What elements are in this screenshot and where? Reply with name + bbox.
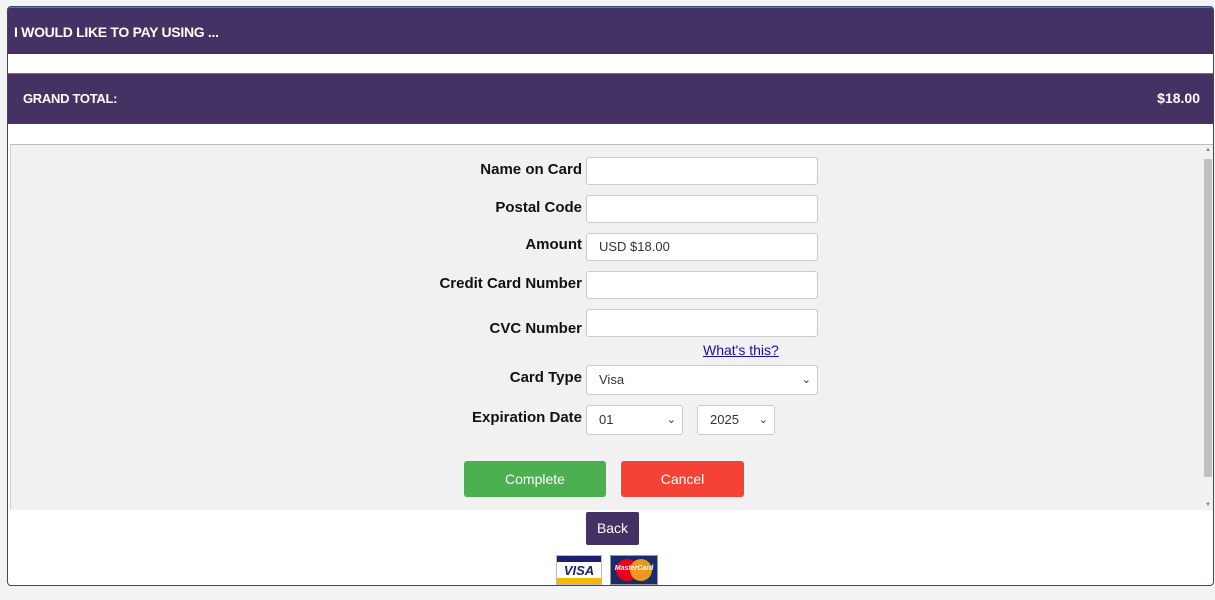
visa-logo-text: VISA — [563, 563, 595, 578]
scroll-up-icon[interactable]: ▲ — [1203, 145, 1213, 155]
cancel-button[interactable]: Cancel — [621, 461, 744, 497]
card-payment-form: Name on Card Postal Code Amount USD $18.… — [10, 144, 1213, 510]
expiration-month-select[interactable]: 01 ⌄ — [586, 405, 683, 435]
name-on-card-input[interactable] — [586, 157, 818, 185]
grand-total-value: $18.00 — [1157, 90, 1200, 106]
form-scrollbar[interactable]: ▲ ▼ — [1203, 145, 1213, 510]
amount-label: Amount — [525, 236, 582, 253]
card-type-select[interactable]: Visa ⌄ — [586, 365, 818, 395]
chevron-down-icon: ⌄ — [801, 374, 811, 386]
payment-panel: I WOULD LIKE TO PAY USING ... GRAND TOTA… — [7, 6, 1214, 586]
visa-logo-icon: VISA — [556, 555, 602, 585]
expiration-year-value: 2025 — [710, 412, 739, 427]
grand-total-label: GRAND TOTAL: — [23, 91, 118, 106]
complete-button[interactable]: Complete — [464, 461, 606, 497]
cvc-input[interactable] — [586, 309, 818, 337]
cvc-label: CVC Number — [489, 320, 582, 337]
mastercard-logo-text: MasterCard — [614, 565, 654, 572]
pay-using-header: I WOULD LIKE TO PAY USING ... — [8, 7, 1213, 54]
pay-using-title: I WOULD LIKE TO PAY USING ... — [14, 24, 219, 40]
credit-card-number-input[interactable] — [586, 271, 818, 299]
scrollbar-thumb[interactable] — [1204, 159, 1212, 477]
expiration-year-select[interactable]: 2025 ⌄ — [697, 405, 775, 435]
chevron-down-icon: ⌄ — [666, 414, 676, 426]
expiration-month-value: 01 — [599, 412, 614, 427]
back-button[interactable]: Back — [586, 512, 639, 545]
card-type-value: Visa — [599, 372, 625, 387]
scroll-down-icon[interactable]: ▼ — [1203, 500, 1213, 510]
amount-field: USD $18.00 — [586, 233, 818, 261]
chevron-down-icon: ⌄ — [758, 414, 768, 426]
grand-total-bar: GRAND TOTAL: $18.00 — [8, 73, 1213, 124]
credit-card-number-label: Credit Card Number — [439, 275, 582, 292]
card-type-label: Card Type — [509, 369, 582, 386]
postal-code-input[interactable] — [586, 195, 818, 223]
expiration-date-label: Expiration Date — [471, 409, 582, 426]
whats-this-link[interactable]: What's this? — [703, 342, 779, 358]
name-on-card-label: Name on Card — [480, 161, 582, 178]
postal-code-label: Postal Code — [495, 199, 582, 216]
mastercard-logo-icon: MasterCard — [610, 555, 658, 585]
